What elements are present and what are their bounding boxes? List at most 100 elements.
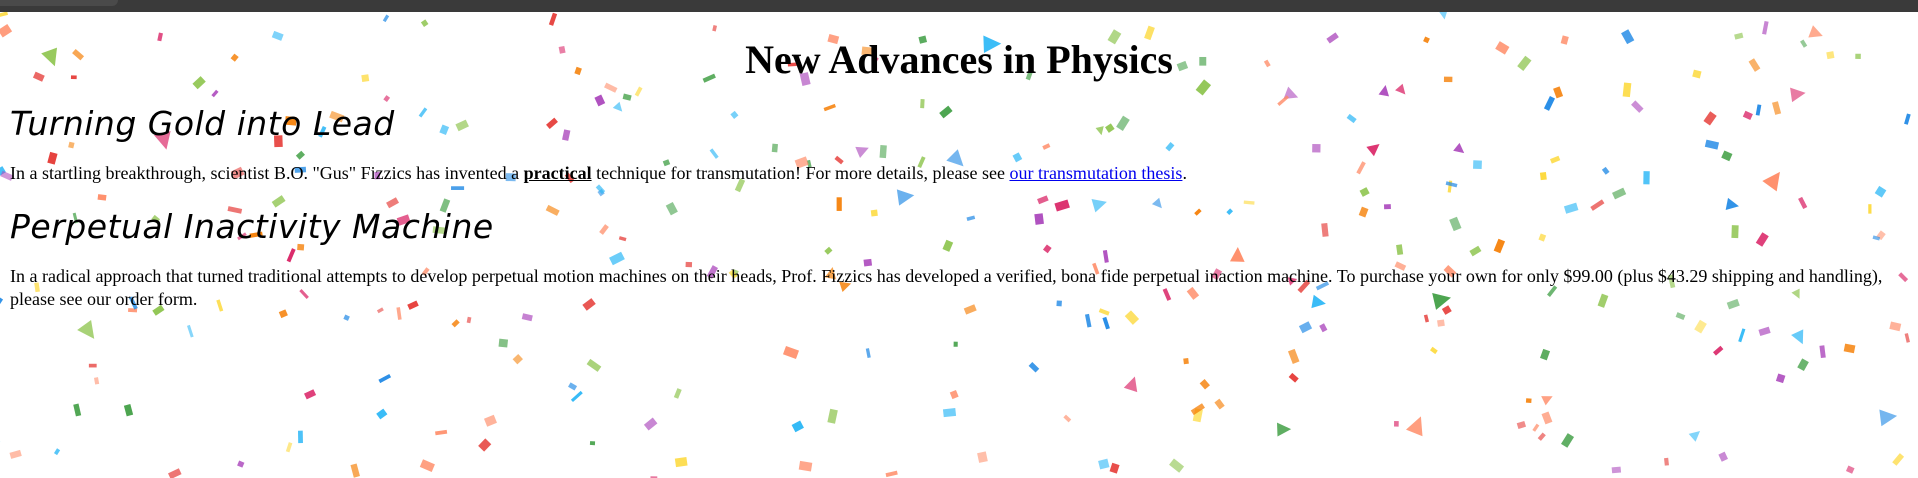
confetti-piece <box>1775 373 1786 384</box>
confetti-piece <box>1879 409 1898 427</box>
confetti-piece <box>187 324 194 338</box>
confetti-piece <box>512 354 523 365</box>
confetti-piece <box>1084 313 1092 328</box>
confetti-piece <box>1394 420 1399 427</box>
confetti-piece <box>1797 358 1809 372</box>
confetti-piece <box>9 449 22 459</box>
section-heading-perpetual-inactivity: Perpetual Inactivity Machine <box>10 207 494 246</box>
confetti-piece <box>304 389 317 400</box>
confetti-piece <box>673 388 682 399</box>
confetti-piece <box>1169 458 1185 473</box>
confetti-piece <box>1102 316 1110 330</box>
confetti-piece <box>1738 328 1746 343</box>
confetti-piece <box>1758 326 1771 336</box>
confetti-piece <box>53 448 61 456</box>
confetti-piece <box>1537 432 1546 441</box>
confetti-piece <box>1819 345 1826 359</box>
confetti-piece <box>1277 422 1292 437</box>
section-heading-gold-into-lead: Turning Gold into Lead <box>10 104 395 143</box>
confetti-piece <box>1063 414 1072 423</box>
confetti-piece <box>1288 372 1299 383</box>
confetti-piece <box>343 314 350 321</box>
page-content: New Advances in Physics Turning Gold int… <box>0 0 1918 311</box>
confetti-piece <box>1525 398 1532 403</box>
confetti-piece <box>1611 466 1622 474</box>
emphasis-practical: practical <box>523 163 592 183</box>
confetti-piece <box>674 456 688 468</box>
confetti-piece <box>1718 451 1728 462</box>
confetti-piece <box>168 468 182 478</box>
confetti-piece <box>942 408 957 418</box>
confetti-piece <box>1124 310 1140 325</box>
confetti-piece <box>123 404 134 417</box>
confetti-piece <box>77 319 95 339</box>
confetti-piece <box>1694 319 1707 334</box>
confetti-piece <box>798 460 813 472</box>
confetti-piece <box>1675 312 1686 321</box>
section-paragraph-gold-into-lead: In a startling breakthrough, scientist B… <box>10 162 1908 185</box>
confetti-piece <box>977 451 988 463</box>
confetti-piece <box>1319 323 1328 333</box>
confetti-piece <box>865 348 871 359</box>
confetti-piece <box>478 438 492 452</box>
confetti-piece <box>791 420 804 433</box>
confetti-piece <box>1539 348 1551 361</box>
confetti-piece <box>782 345 800 360</box>
paragraph-text: In a startling breakthrough, scientist B… <box>10 163 524 183</box>
confetti-piece <box>1541 396 1553 406</box>
confetti-piece <box>827 408 838 424</box>
confetti-piece <box>419 459 435 472</box>
confetti-piece <box>589 441 596 446</box>
confetti-piece <box>1712 345 1724 356</box>
confetti-piece <box>88 363 97 368</box>
confetti-piece <box>1843 343 1856 354</box>
confetti-piece <box>568 382 578 391</box>
confetti-piece <box>378 373 392 384</box>
confetti-piece <box>1214 398 1225 410</box>
confetti-piece <box>1298 321 1313 334</box>
confetti-piece <box>1423 314 1430 323</box>
confetti-piece <box>949 390 959 400</box>
confetti-piece <box>1516 420 1527 429</box>
confetti-piece <box>1430 346 1438 355</box>
confetti-piece <box>521 313 533 322</box>
confetti-piece <box>953 341 958 347</box>
confetti-piece <box>451 319 460 328</box>
confetti-piece <box>1791 329 1804 345</box>
confetti-piece <box>1904 333 1910 343</box>
confetti-piece <box>570 390 583 403</box>
confetti-piece <box>885 470 898 478</box>
confetti-piece <box>1532 423 1540 432</box>
confetti-piece <box>1123 376 1138 393</box>
page-title: New Advances in Physics <box>745 37 1173 82</box>
confetti-piece <box>1688 430 1701 442</box>
paragraph-text: technique for transmutation! For more de… <box>591 163 1010 183</box>
confetti-piece <box>466 316 472 324</box>
confetti-piece <box>93 377 100 385</box>
confetti-piece <box>1889 321 1902 332</box>
confetti-piece <box>1845 465 1855 474</box>
confetti-piece <box>483 414 497 427</box>
confetti-piece <box>586 358 602 372</box>
confetti-piece <box>1199 379 1210 390</box>
confetti-piece <box>376 408 388 420</box>
confetti-piece <box>643 417 658 431</box>
confetti-piece <box>1561 433 1575 448</box>
confetti-piece <box>1664 457 1669 466</box>
confetti-piece <box>1405 416 1423 437</box>
paragraph-text: . <box>1182 163 1187 183</box>
confetti-piece <box>297 430 303 444</box>
confetti-piece <box>1028 362 1040 373</box>
confetti-piece <box>285 442 293 453</box>
transmutation-thesis-link[interactable]: our transmutation thesis <box>1009 163 1182 183</box>
confetti-piece <box>498 338 509 348</box>
confetti-piece <box>435 429 448 436</box>
confetti-piece <box>73 403 82 417</box>
confetti-piece <box>1109 462 1120 474</box>
confetti-piece <box>1183 358 1189 365</box>
confetti-piece <box>1287 348 1300 364</box>
section-paragraph-perpetual-inactivity: In a radical approach that turned tradit… <box>10 266 1883 309</box>
confetti-piece <box>350 463 360 478</box>
confetti-piece <box>1098 458 1110 470</box>
confetti-piece <box>1892 453 1905 466</box>
